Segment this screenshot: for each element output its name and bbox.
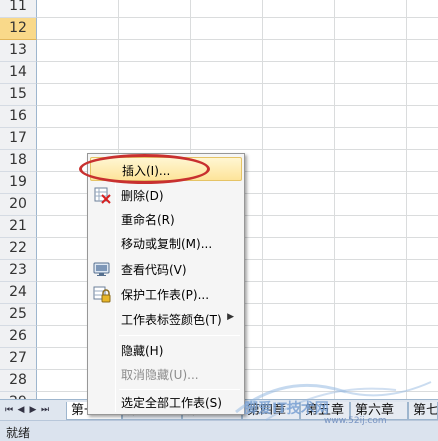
menu-item-label: 取消隐藏(U)...	[121, 368, 199, 382]
menu-item-label: 移动或复制(M)...	[121, 237, 213, 251]
sheet-tab[interactable]: 第四章	[242, 402, 300, 420]
row-header[interactable]: 19	[0, 172, 37, 194]
menu-item-label: 工作表标签颜色(T)	[121, 313, 222, 327]
menu-item-label: 插入(I)...	[122, 164, 171, 178]
submenu-arrow-icon: ▶	[227, 312, 234, 322]
sheet-tab[interactable]: 第六章	[350, 402, 408, 420]
row-cells[interactable]	[37, 106, 438, 128]
row-header[interactable]: 20	[0, 194, 37, 216]
menu-item-label: 选定全部工作表(S)	[121, 396, 222, 410]
next-sheet-button[interactable]: ▶	[27, 403, 39, 417]
row-header[interactable]: 23	[0, 260, 37, 282]
row-cells[interactable]	[37, 0, 438, 18]
menu-item-move-or-copy[interactable]: 移动或复制(M)...	[90, 231, 242, 255]
row-header[interactable]: 16	[0, 106, 37, 128]
menu-separator	[119, 335, 240, 336]
menu-item-protect-sheet[interactable]: 保护工作表(P)...	[90, 282, 242, 306]
menu-item-label: 删除(D)	[121, 189, 164, 203]
row-header[interactable]: 26	[0, 326, 37, 348]
row-header[interactable]: 28	[0, 370, 37, 392]
row-header[interactable]: 29	[0, 392, 37, 399]
row-header[interactable]: 27	[0, 348, 37, 370]
sheet-tab[interactable]: 第七章	[408, 402, 438, 420]
status-bar: 就绪	[0, 420, 438, 441]
row-cells[interactable]	[37, 84, 438, 106]
menu-item-label: 保护工作表(P)...	[121, 288, 210, 302]
first-sheet-button[interactable]: ⏮	[3, 403, 15, 417]
row-header[interactable]: 17	[0, 128, 37, 150]
menu-item-delete[interactable]: 删除(D)	[90, 183, 242, 207]
prev-sheet-button[interactable]: ◀	[15, 403, 27, 417]
protect-sheet-icon	[93, 285, 111, 303]
row-header-selected[interactable]: 12	[0, 18, 37, 40]
menu-item-hide[interactable]: 隐藏(H)	[90, 338, 242, 362]
row-header[interactable]: 15	[0, 84, 37, 106]
status-text: 就绪	[6, 426, 31, 440]
menu-item-select-all-sheets[interactable]: 选定全部工作表(S)	[90, 390, 242, 414]
row-cells[interactable]	[37, 40, 438, 62]
menu-item-tab-color[interactable]: 工作表标签颜色(T) ▶	[90, 307, 242, 331]
menu-item-unhide[interactable]: 取消隐藏(U)...	[90, 362, 242, 386]
menu-item-label: 隐藏(H)	[121, 344, 164, 358]
row-header[interactable]: 18	[0, 150, 37, 172]
sheet-tab[interactable]: 第五章	[300, 402, 350, 420]
row-cells[interactable]	[37, 18, 438, 40]
row-cells[interactable]	[37, 128, 438, 150]
row-header[interactable]: 13	[0, 40, 37, 62]
last-sheet-button[interactable]: ⏭	[39, 403, 51, 417]
view-code-icon	[93, 260, 111, 278]
row-header[interactable]: 22	[0, 238, 37, 260]
menu-item-rename[interactable]: 重命名(R)	[90, 207, 242, 231]
row-header[interactable]: 25	[0, 304, 37, 326]
row-header[interactable]: 24	[0, 282, 37, 304]
menu-item-label: 查看代码(V)	[121, 263, 187, 277]
menu-item-view-code[interactable]: 查看代码(V)	[90, 257, 242, 281]
sheet-tab-context-menu: 插入(I)... 删除(D) 重命名(R) 移动或复制(M)... 查看代码(V…	[87, 153, 245, 415]
row-header[interactable]: 14	[0, 62, 37, 84]
delete-sheet-icon	[93, 186, 111, 204]
menu-item-label: 重命名(R)	[121, 213, 175, 227]
row-header[interactable]: 21	[0, 216, 37, 238]
menu-item-insert[interactable]: 插入(I)...	[90, 157, 242, 181]
row-cells[interactable]	[37, 62, 438, 84]
row-header[interactable]: 11	[0, 0, 37, 18]
